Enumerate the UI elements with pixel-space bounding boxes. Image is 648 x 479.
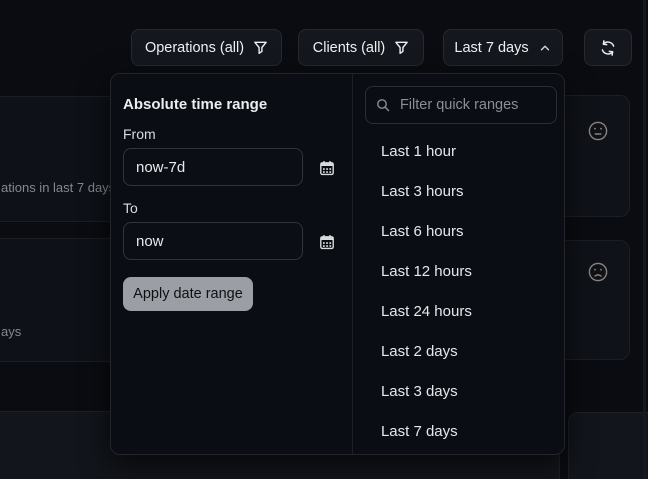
to-label: To [123, 200, 138, 216]
app-window: ations in last 7 days ays Operations (al… [0, 0, 648, 479]
quick-range-option[interactable]: Last 3 hours [353, 171, 564, 211]
calendar-icon [319, 234, 335, 250]
time-range-label: Last 7 days [454, 40, 528, 56]
quick-range-option[interactable]: Last 24 hours [353, 291, 564, 331]
absolute-time-range-title: Absolute time range [123, 96, 267, 113]
to-calendar-button[interactable] [318, 233, 336, 251]
clients-filter-label: Clients (all) [313, 40, 386, 56]
operations-filter-button[interactable]: Operations (all) [131, 29, 282, 66]
refresh-button[interactable] [584, 29, 632, 66]
time-picker-popover: Absolute time range From [110, 73, 565, 455]
quick-ranges-section: Last 1 hour Last 3 hours Last 6 hours La… [352, 74, 564, 454]
from-input[interactable] [123, 148, 303, 186]
to-input[interactable] [123, 222, 303, 260]
quick-ranges-list: Last 1 hour Last 3 hours Last 6 hours La… [353, 131, 564, 451]
search-icon [376, 98, 390, 112]
quick-range-option[interactable]: Last 2 days [353, 331, 564, 371]
quick-range-option[interactable]: Last 1 hour [353, 131, 564, 171]
funnel-icon [253, 40, 268, 55]
from-label: From [123, 126, 156, 142]
quick-range-option[interactable]: Last 3 days [353, 371, 564, 411]
quick-range-option[interactable]: Last 6 hours [353, 211, 564, 251]
time-range-button[interactable]: Last 7 days [443, 29, 563, 66]
neutral-face-icon [587, 120, 609, 142]
absolute-time-range-section: Absolute time range From [111, 74, 352, 454]
quick-ranges-filter-input[interactable] [398, 96, 546, 114]
quick-ranges-search[interactable] [365, 86, 557, 124]
background-card-caption: ations in last 7 days [1, 180, 115, 195]
clients-filter-button[interactable]: Clients (all) [298, 29, 424, 66]
background-card-bottom-right [568, 412, 648, 479]
funnel-icon [394, 40, 409, 55]
apply-date-range-button[interactable]: Apply date range [123, 277, 253, 311]
chevron-up-icon [538, 41, 552, 55]
scrollbar[interactable] [643, 0, 646, 479]
quick-range-option[interactable]: Last 7 days [353, 411, 564, 451]
background-card-caption: ays [1, 324, 21, 339]
sad-face-icon [587, 261, 609, 283]
from-calendar-button[interactable] [318, 159, 336, 177]
calendar-icon [319, 160, 335, 176]
refresh-icon [599, 39, 617, 57]
quick-range-option[interactable]: Last 12 hours [353, 251, 564, 291]
operations-filter-label: Operations (all) [145, 40, 244, 56]
